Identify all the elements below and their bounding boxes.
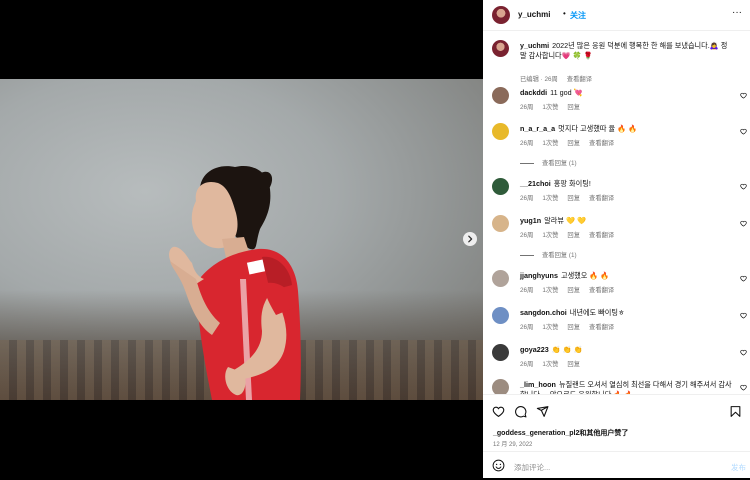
comment-text: 알라뷰 💛 💛 [544, 216, 586, 225]
comment-input[interactable]: 添加评论... [514, 462, 550, 473]
separator-dot: • [563, 9, 566, 18]
view-replies-button[interactable]: 查看回复 (1) [520, 158, 577, 167]
comment-username[interactable]: sangdon.choi [520, 308, 567, 317]
view-replies-button[interactable]: 查看回复 (1) [520, 250, 577, 259]
heart-icon[interactable] [740, 349, 747, 356]
avatar[interactable] [492, 123, 509, 140]
comment-username[interactable]: n_a_r_a_a [520, 124, 555, 133]
comment-username[interactable]: __21choi [520, 179, 551, 188]
comment-icon[interactable] [514, 405, 527, 418]
comment-username[interactable]: goya223 [520, 345, 549, 354]
heart-icon[interactable] [740, 275, 747, 282]
comment-age: 26周 [520, 287, 534, 294]
post-actions: _goddess_generation_pl2和其他用户赞了 12 月 29, … [483, 394, 750, 479]
comment-username[interactable]: jjanghyuns [520, 271, 558, 280]
next-arrow-button[interactable] [463, 232, 477, 246]
post-photo [0, 79, 483, 400]
comment-likes[interactable]: 1次赞 [542, 361, 558, 368]
avatar[interactable] [492, 270, 509, 287]
heart-icon[interactable] [740, 128, 747, 135]
heart-icon[interactable] [740, 384, 747, 391]
follow-button[interactable]: 关注 [570, 10, 586, 21]
post-comment-button[interactable]: 发布 [731, 462, 746, 473]
translate-link[interactable]: 查看翻译 [589, 195, 614, 202]
avatar[interactable] [492, 87, 509, 104]
reply-button[interactable]: 回复 [567, 361, 580, 368]
avatar[interactable] [492, 178, 509, 195]
reply-button[interactable]: 回复 [567, 324, 580, 331]
avatar[interactable] [492, 344, 509, 361]
comment-age: 26周 [520, 140, 534, 147]
comment-likes[interactable]: 1次赞 [542, 104, 558, 111]
translate-link[interactable]: 查看翻译 [567, 76, 592, 83]
post-header: y_uchmi • 关注 ··· [483, 0, 750, 31]
caption-edited: 已编辑 · 26周 [520, 76, 558, 83]
next-arrow-icon [468, 235, 473, 243]
comment-username[interactable]: _lim_hoon [520, 380, 556, 389]
avatar[interactable] [492, 6, 510, 24]
post-media [0, 0, 483, 478]
share-icon[interactable] [536, 405, 549, 418]
more-icon[interactable]: ··· [732, 7, 742, 18]
comment-likes[interactable]: 1次赞 [542, 140, 558, 147]
avatar[interactable] [492, 215, 509, 232]
avatar[interactable] [492, 307, 509, 324]
caption-username[interactable]: y_uchmi [520, 41, 549, 50]
comment-age: 26周 [520, 324, 534, 331]
reply-button[interactable]: 回复 [567, 287, 580, 294]
post-date: 12 月 29, 2022 [493, 442, 533, 448]
heart-icon[interactable] [740, 312, 747, 319]
comment-age: 26周 [520, 232, 534, 239]
comment-text: 11 god 💘 [550, 88, 583, 97]
comment-text: 홍팡 화이팅! [553, 179, 591, 188]
comment-text: 내년에도 빠이팅ㅎ [569, 308, 625, 317]
comment-text: 멋지다 고생했따 율 🔥 🔥 [558, 124, 637, 133]
reply-button[interactable]: 回复 [567, 232, 580, 239]
comment-age: 26周 [520, 104, 534, 111]
heart-icon[interactable] [492, 405, 505, 418]
likes-summary[interactable]: _goddess_generation_pl2和其他用户赞了 [493, 428, 628, 438]
translate-link[interactable]: 查看翻译 [589, 324, 614, 331]
comment-likes[interactable]: 1次赞 [542, 324, 558, 331]
bookmark-icon[interactable] [729, 405, 742, 418]
comment-username[interactable]: yug1n [520, 216, 541, 225]
comment-text: 고생했오 🔥 🔥 [560, 271, 610, 280]
reply-button[interactable]: 回复 [567, 195, 580, 202]
comment-text: 👏 👏 👏 [551, 345, 583, 354]
player-figure [169, 165, 301, 400]
translate-link[interactable]: 查看翻译 [589, 140, 614, 147]
comment-age: 26周 [520, 361, 534, 368]
caption-text: 2022년 많은 응원 덕분에 행복한 한 해를 보냈습니다.🙇‍♀️ 정말 감… [520, 41, 728, 60]
avatar[interactable] [492, 379, 509, 394]
translate-link[interactable]: 查看翻译 [589, 287, 614, 294]
avatar[interactable] [492, 40, 509, 57]
comment-likes[interactable]: 1次赞 [542, 287, 558, 294]
reply-button[interactable]: 回复 [567, 104, 580, 111]
heart-icon[interactable] [740, 183, 747, 190]
post-author-username[interactable]: y_uchmi [518, 10, 550, 19]
translate-link[interactable]: 查看翻译 [589, 232, 614, 239]
post-panel: y_uchmi • 关注 ··· y_uchmi 2022년 많은 응원 덕분에 … [483, 0, 750, 478]
heart-icon[interactable] [740, 220, 747, 227]
comment-likes[interactable]: 1次赞 [542, 195, 558, 202]
emoji-icon[interactable] [492, 459, 505, 472]
comments-list[interactable]: y_uchmi 2022년 많은 응원 덕분에 행복한 한 해를 보냈습니다.🙇‍… [483, 31, 750, 394]
comment-likes[interactable]: 1次赞 [542, 232, 558, 239]
comment-username[interactable]: dackddi [520, 88, 547, 97]
comment-age: 26周 [520, 195, 534, 202]
add-comment-bar: 添加评论... 发布 [483, 451, 750, 480]
reply-button[interactable]: 回复 [567, 140, 580, 147]
heart-icon[interactable] [740, 92, 747, 99]
